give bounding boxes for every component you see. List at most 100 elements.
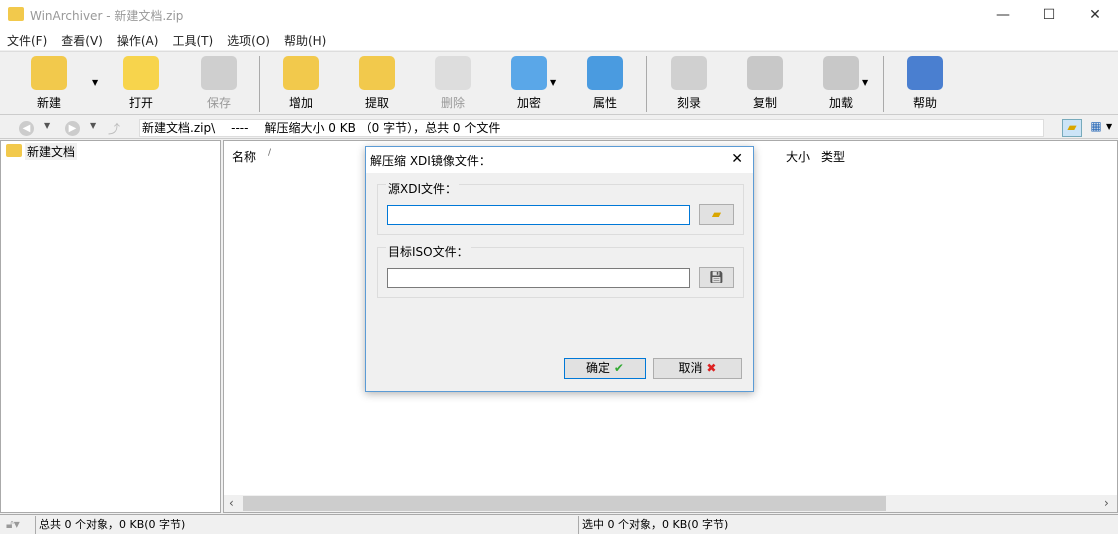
path-info: 解压缩大小 0 KB （0 字节），总共 0 个文件 [264,121,501,135]
back-dropdown-icon[interactable]: ▼ [44,121,50,130]
properties-label: 属性 [592,96,617,110]
browse-source-button[interactable]: ▰ [699,204,734,225]
burn-icon [671,56,707,90]
minimize-button[interactable]: — [980,0,1026,30]
help-icon [907,56,943,90]
copy-label: 复制 [752,96,777,110]
delete-icon [435,56,471,90]
app-icon [8,7,24,21]
menu-bar: 文件(F) 查看(V) 操作(A) 工具(T) 选项(O) 帮助(H) [0,30,1118,50]
burn-button[interactable]: 刻录 [654,56,724,114]
source-group: 源XDI文件： ▰ [377,180,744,235]
lock-icon[interactable]: 🔓︎▾ [6,517,20,532]
help-label: 帮助 [912,96,937,110]
archive-icon [6,144,22,157]
status-bar: 🔓︎▾ 总共 0 个对象，0 KB(0 字节) 选中 0 个对象，0 KB(0 … [0,514,1118,534]
delete-button[interactable]: 删除 [418,56,488,114]
extract-button[interactable]: 提取 [342,56,412,114]
back-icon[interactable]: ◀ [19,121,34,136]
toolbar-separator [883,56,884,112]
menu-file[interactable]: 文件(F) [0,30,54,51]
new-icon [31,56,67,90]
close-button[interactable]: ✕ [1072,0,1118,30]
column-type[interactable]: 类型 [821,148,845,165]
toolbar-separator [646,56,647,112]
save-icon: 💾︎ [708,270,725,284]
browse-target-button[interactable]: 💾︎ [699,267,734,288]
properties-icon [587,56,623,90]
forward-icon[interactable]: ▶ [65,121,80,136]
target-group: 目标ISO文件： 💾︎ [377,243,744,298]
menu-tools[interactable]: 工具(T) [165,30,220,51]
target-label: 目标ISO文件： [386,243,471,260]
open-button[interactable]: 打开 [106,56,176,114]
scroll-left-icon[interactable]: ‹ [229,496,234,510]
new-label: 新建 [36,96,61,110]
add-label: 增加 [288,96,313,110]
window-title: WinArchiver - 新建文档.zip [30,9,184,23]
open-icon [123,56,159,90]
path-text: 新建文档.zip\ [142,121,216,135]
sort-indicator: / [268,148,272,158]
help-button[interactable]: 帮助 [890,56,960,114]
column-name[interactable]: 名称 [232,148,256,165]
extract-icon [359,56,395,90]
cancel-label: 取消 [678,361,703,375]
view-mode-icon[interactable]: ▦ [1087,119,1105,137]
address-bar: ◀ ▼ ▶ ▼ ⤴ 新建文档.zip\ ---- 解压缩大小 0 KB （0 字节）… [0,117,1118,139]
ok-label: 确定 [586,361,611,375]
status-total: 总共 0 个对象，0 KB(0 字节) [35,516,577,534]
copy-button[interactable]: 复制 [730,56,800,114]
save-icon [201,56,237,90]
menu-view[interactable]: 查看(V) [54,30,110,51]
new-dropdown-icon[interactable]: ▼ [92,78,98,87]
forward-dropdown-icon[interactable]: ▼ [90,121,96,130]
mount-dropdown-icon[interactable]: ▼ [862,78,868,87]
cancel-button[interactable]: 取消 ✖ [653,358,742,379]
column-size[interactable]: 大小 [786,148,810,165]
encrypt-dropdown-icon[interactable]: ▼ [550,78,556,87]
encrypt-icon [511,56,547,90]
tree-item-root[interactable]: 新建文档 [25,143,78,160]
toolbar: 新建 打开 保存 增加 提取 删除 加密 属性 刻录 复制 加载 帮助 ▼ ▼ ▼ [0,51,1118,115]
horizontal-scrollbar[interactable]: ‹ › [224,495,1117,512]
toolbar-separator [259,56,260,112]
add-icon [283,56,319,90]
folder-view-icon[interactable]: ▰ [1062,119,1082,137]
view-mode-dropdown-icon[interactable]: ▼ [1106,122,1112,131]
scroll-right-icon[interactable]: › [1104,496,1109,510]
add-button[interactable]: 增加 [266,56,336,114]
copy-icon [747,56,783,90]
source-label: 源XDI文件： [386,180,460,197]
ok-button[interactable]: 确定 ✔ [564,358,646,379]
check-icon: ✔ [613,361,624,375]
burn-label: 刻录 [676,96,701,110]
encrypt-label: 加密 [516,96,541,110]
dialog-title: 解压缩 XDI镜像文件： [370,154,491,168]
scroll-thumb[interactable] [243,496,886,511]
title-bar: WinArchiver - 新建文档.zip — ☐ ✕ [0,0,1118,30]
menu-options[interactable]: 选项(O) [220,30,277,51]
path-field[interactable]: 新建文档.zip\ ---- 解压缩大小 0 KB （0 字节），总共 0 个文件 [139,119,1044,137]
maximize-button[interactable]: ☐ [1026,0,1072,30]
mount-icon [823,56,859,90]
cross-icon: ✖ [706,361,717,375]
menu-action[interactable]: 操作(A) [110,30,166,51]
save-button[interactable]: 保存 [184,56,254,114]
menu-help[interactable]: 帮助(H) [277,30,333,51]
target-file-input[interactable] [387,268,690,288]
folder-tree: 新建文档 [0,140,221,513]
status-selected: 选中 0 个对象，0 KB(0 字节) [578,516,1118,534]
properties-button[interactable]: 属性 [570,56,640,114]
dialog-title-bar: 解压缩 XDI镜像文件： ✕ [366,147,753,173]
new-button[interactable]: 新建 [14,56,84,114]
folder-open-icon: ▰ [711,207,722,221]
mount-label: 加载 [828,96,853,110]
delete-label: 删除 [440,96,465,110]
save-label: 保存 [206,96,231,110]
dialog-close-button[interactable]: ✕ [731,151,743,167]
source-file-input[interactable] [387,205,690,225]
up-folder-icon[interactable]: ⤴ [108,120,120,137]
extract-label: 提取 [364,96,389,110]
path-dash: ---- [231,121,249,135]
